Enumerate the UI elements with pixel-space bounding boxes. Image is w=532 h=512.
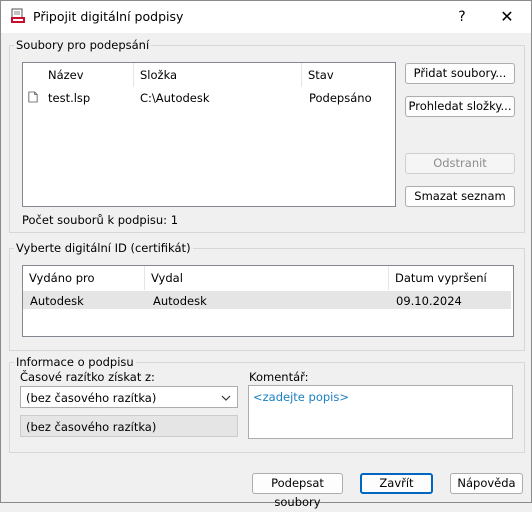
comment-field[interactable]: <zadejte popis>	[248, 385, 513, 439]
clear-list-button[interactable]: Smazat seznam	[405, 186, 515, 207]
files-col-name[interactable]: Název	[42, 63, 134, 87]
file-folder: C:\Autodesk	[140, 91, 210, 105]
chevron-down-icon	[221, 395, 231, 401]
files-list[interactable]: Název Složka Stav test.lsp C:\Autodesk P…	[22, 62, 396, 207]
timestamp-select[interactable]: (bez časového razítka)	[20, 386, 238, 408]
signature-info-legend: Informace o podpisu	[14, 355, 136, 369]
file-status: Podepsáno	[309, 91, 372, 105]
help-button[interactable]: Nápověda	[450, 473, 523, 494]
cert-row[interactable]: Autodesk Autodesk 09.10.2024	[23, 291, 511, 309]
files-group-legend: Soubory pro podepsání	[14, 38, 152, 52]
close-button[interactable]: Zavřít	[360, 473, 433, 494]
certificate-list[interactable]: Vydáno pro Vydal Datum vypršení Autodesk…	[22, 265, 514, 337]
cert-col-issued-by[interactable]: Vydal	[145, 266, 389, 290]
close-window-button[interactable]: ✕	[485, 1, 529, 33]
remove-button[interactable]: Odstranit	[405, 153, 515, 174]
add-files-button[interactable]: Přidat soubory...	[405, 63, 515, 84]
certificate-group-legend: Vyberte digitální ID (certifikát)	[14, 241, 193, 255]
files-col-status[interactable]: Stav	[302, 63, 394, 87]
help-title-button[interactable]: ?	[440, 1, 484, 33]
comment-placeholder: <zadejte popis>	[253, 390, 349, 404]
cert-issued-by: Autodesk	[153, 294, 207, 308]
browse-folders-button[interactable]: Prohledat složky...	[405, 96, 515, 117]
timestamp-readonly-text: (bez časového razítka)	[26, 420, 157, 434]
window-title: Připojit digitální podpisy	[33, 9, 184, 24]
cert-expires: 09.10.2024	[396, 294, 462, 308]
file-name: test.lsp	[48, 91, 91, 105]
timestamp-select-value: (bez časového razítka)	[26, 391, 157, 405]
cert-issued-to: Autodesk	[30, 294, 84, 308]
timestamp-readonly-field: (bez časového razítka)	[20, 415, 238, 437]
document-icon	[28, 91, 38, 103]
files-count-label: Počet souborů k podpisu: 1	[22, 213, 179, 227]
cert-col-issued-to[interactable]: Vydáno pro	[23, 266, 145, 290]
dialog-window: Připojit digitální podpisy ? ✕ Soubory p…	[0, 0, 532, 509]
timestamp-label: Časové razítko získat z:	[20, 370, 155, 384]
title-bar: Připojit digitální podpisy ? ✕	[1, 1, 531, 33]
file-row[interactable]: test.lsp C:\Autodesk Podepsáno	[23, 87, 393, 107]
comment-label: Komentář:	[249, 370, 309, 384]
cert-col-expires[interactable]: Datum vypršení	[389, 266, 511, 290]
files-col-folder[interactable]: Složka	[134, 63, 302, 87]
app-signature-icon	[11, 8, 25, 23]
sign-files-button[interactable]: Podepsat soubory	[252, 473, 343, 509]
